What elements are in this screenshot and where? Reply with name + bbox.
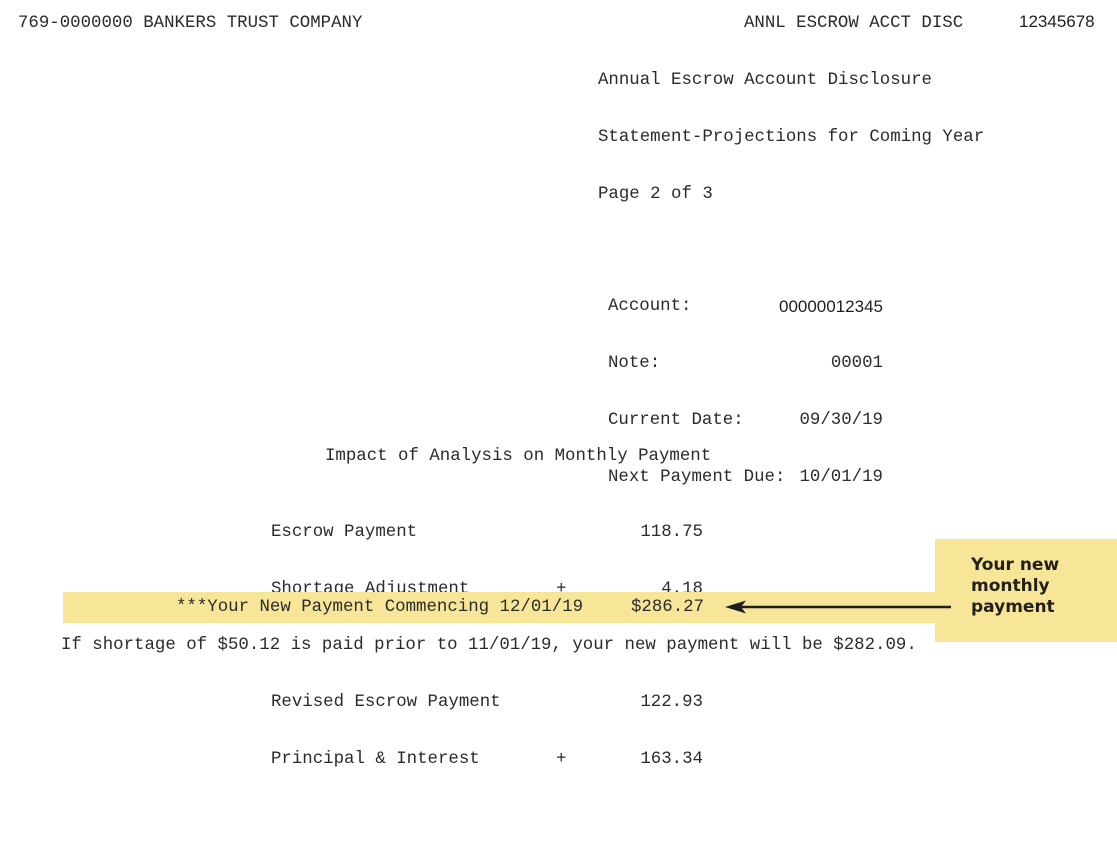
account-number: 00000012345 xyxy=(778,297,883,316)
impact-row-amount: 122.93 xyxy=(640,693,703,712)
impact-row: Principal & Interest + 163.34 xyxy=(271,750,703,769)
current-date-value: 09/30/19 xyxy=(799,411,884,430)
statement-title: Annual Escrow Account Disclosure xyxy=(598,71,932,90)
next-payment-due-value: 10/01/19 xyxy=(799,468,884,487)
impact-row-label: Principal & Interest xyxy=(271,750,480,769)
page-indicator: Page 2 of 3 xyxy=(598,185,713,204)
document-number: 12345678 xyxy=(1019,12,1095,31)
account-label: Account: xyxy=(608,297,692,316)
note-value: 00001 xyxy=(830,354,883,373)
current-date-label: Current Date: xyxy=(608,411,744,430)
statement-title-block: Annual Escrow Account Disclosure Stateme… xyxy=(598,33,984,223)
company-line: 769-0000000 BANKERS TRUST COMPANY xyxy=(18,14,363,33)
shortage-note: If shortage of $50.12 is paid prior to 1… xyxy=(61,636,917,655)
statement-subtitle: Statement-Projections for Coming Year xyxy=(598,128,985,147)
impact-title: Impact of Analysis on Monthly Payment xyxy=(325,447,712,466)
new-payment-amount: $286.27 xyxy=(631,598,705,617)
form-code: ANNL ESCROW ACCT DISC xyxy=(744,14,964,33)
impact-row-label: Revised Escrow Payment xyxy=(271,693,501,712)
account-row: Account: 00000012345 xyxy=(608,297,883,316)
arrow-left-icon xyxy=(725,600,951,614)
impact-row-label: Escrow Payment xyxy=(271,523,418,542)
account-info: Account: 00000012345 Note: 00001 Current… xyxy=(608,259,883,506)
new-payment-label: ***Your New Payment Commencing 12/01/19 xyxy=(176,598,584,617)
callout-text: Your new monthly payment xyxy=(971,555,1060,617)
impact-row: Revised Escrow Payment 122.93 xyxy=(271,693,703,712)
callout-box: Your new monthly payment xyxy=(935,539,1117,642)
impact-row: Escrow Payment 118.75 xyxy=(271,523,703,542)
note-row: Note: 00001 xyxy=(608,354,883,373)
note-label: Note: xyxy=(608,354,661,373)
impact-row-operator: + xyxy=(556,750,567,769)
impact-row-amount: 163.34 xyxy=(640,750,703,769)
impact-row-amount: 118.75 xyxy=(640,523,703,542)
current-date-row: Current Date: 09/30/19 xyxy=(608,411,883,430)
